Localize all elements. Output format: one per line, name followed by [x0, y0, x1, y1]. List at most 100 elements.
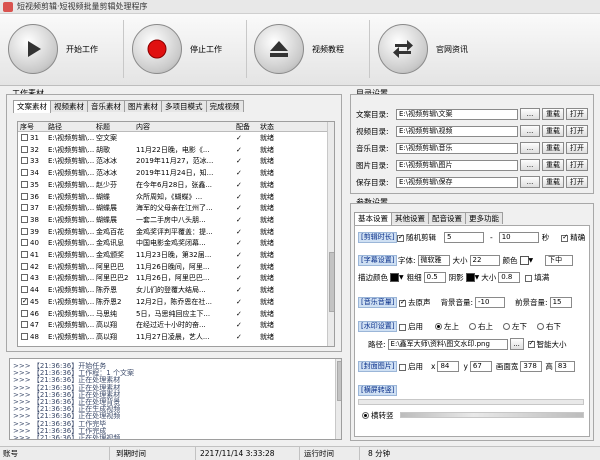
font-size-input[interactable]: 22 [469, 255, 500, 266]
chevron-down-icon[interactable]: ▼ [475, 274, 480, 281]
row-checkbox[interactable] [21, 227, 28, 235]
dir-open-button[interactable]: 打开 [566, 125, 588, 137]
row-checkbox[interactable] [21, 321, 28, 329]
tab-params-2[interactable]: 配音设置 [428, 212, 466, 224]
row-checkbox[interactable] [21, 145, 28, 153]
table-row[interactable]: 41 E:\视频剪辑\... 金鸡颁奖 11月23日晚，第32届... ✓ 就绪 [18, 250, 327, 260]
row-checkbox[interactable] [21, 134, 28, 141]
watermark-pos-radio-bottom-right[interactable] [537, 323, 544, 330]
website-news-button[interactable]: 官网资讯 [378, 18, 468, 80]
remove-original-audio-checkbox[interactable] [399, 298, 406, 307]
table-row[interactable]: 34 E:\视频剪辑\... 范冰冰 2019年11月24日，知... ✓ 就绪 [18, 168, 327, 178]
column-header[interactable]: 配备 [234, 122, 258, 132]
start-work-button[interactable]: 开始工作 [8, 18, 98, 80]
row-checkbox[interactable] [21, 262, 28, 270]
table-row[interactable]: 31 E:\视频剪辑\... 空文案 ✓ 就绪 [18, 133, 327, 143]
tab-material-0[interactable]: 文案素材 [13, 100, 51, 113]
watermark-path-input[interactable]: E:\鑫军大师\资料\图文水印.png [387, 338, 508, 350]
row-checkbox[interactable] [21, 239, 28, 247]
dir-path-input[interactable]: E:\视频剪辑\保存 [396, 176, 518, 188]
table-row[interactable]: 45 E:\视频剪辑\...陈乔恩2 12月2日，陈乔恩在社... ✓ 就绪 [18, 297, 327, 307]
tab-material-2[interactable]: 音乐素材 [87, 100, 125, 112]
landscape-to-portrait-radio[interactable] [362, 412, 369, 419]
cover-enable-checkbox[interactable] [399, 363, 406, 371]
font-color-swatch[interactable] [519, 256, 529, 265]
table-row[interactable]: 37 E:\视频剪辑\... 蝴蝶展 海军的父母亲在江州了... ✓ 就绪 [18, 203, 327, 213]
table-row[interactable]: 35 E:\视频剪辑\... 赵少芬 在今年6月28日，张鑫... ✓ 就绪 [18, 180, 327, 190]
dir-browse-button[interactable]: ... [520, 108, 540, 120]
cover-height-input[interactable]: 83 [554, 361, 575, 372]
tab-material-5[interactable]: 完成视频 [205, 100, 244, 112]
table-row[interactable]: 39 E:\视频剪辑\... 金鸡百花 金鸡奖评判平覆盖：提... ✓ 就绪 [18, 227, 327, 237]
dir-open-button[interactable]: 打开 [566, 176, 588, 188]
dir-path-input[interactable]: E:\视频剪辑\音乐 [396, 142, 518, 154]
fg-volume-input[interactable]: 15 [549, 297, 572, 308]
row-checkbox[interactable] [21, 204, 28, 212]
log-vertical-scrollbar[interactable] [335, 359, 341, 439]
tab-material-1[interactable]: 视频素材 [50, 100, 88, 112]
dir-browse-button[interactable]: ... [520, 125, 540, 137]
thickness-input[interactable]: 0.5 [423, 272, 446, 283]
table-row[interactable]: 36 E:\视频剪辑\... 蝴蝶 众所周知，《蝴蝶》... ✓ 就绪 [18, 192, 327, 202]
table-row[interactable]: 48 E:\视频剪辑\... 高以翔 11月27日凌晨，艺人... ✓ 就绪 [18, 332, 327, 342]
dir-open-button[interactable]: 打开 [566, 159, 588, 171]
watermark-browse-button[interactable]: ... [509, 338, 524, 350]
stop-work-button[interactable]: 停止工作 [132, 18, 222, 80]
table-row[interactable]: 46 E:\视频剪辑\... 马思纯 5日，马思纯回应主下... ✓ 就绪 [18, 309, 327, 319]
row-checkbox[interactable] [21, 157, 28, 165]
precise-checkbox[interactable] [561, 233, 569, 242]
video-tutorial-button[interactable]: 视频教程 [254, 18, 344, 80]
subtitle-position-select[interactable]: 下中 [545, 255, 574, 266]
row-checkbox[interactable] [21, 332, 28, 340]
tab-material-3[interactable]: 图片素材 [124, 100, 162, 112]
dir-reload-button[interactable]: 重载 [542, 108, 564, 120]
dir-reload-button[interactable]: 重载 [542, 125, 564, 137]
table-row[interactable]: 43 E:\视频剪辑\... 阿里巴巴2 11月26日，阿里巴巴... ✓ 就绪 [18, 273, 327, 283]
dir-open-button[interactable]: 打开 [566, 142, 588, 154]
table-row[interactable]: 44 E:\视频剪辑\... 陈乔恩 女儿们的登覆大结局... ✓ 就绪 [18, 285, 327, 295]
table-row[interactable]: 40 E:\视频剪辑\... 金鸡讯息 中国电影金鸡奖闭幕... ✓ 就绪 [18, 238, 327, 248]
font-select[interactable]: 微软雅 [417, 255, 450, 266]
watermark-pos-radio-bottom-left[interactable] [503, 323, 510, 330]
dir-reload-button[interactable]: 重载 [542, 176, 564, 188]
column-header[interactable]: 内容 [134, 122, 234, 132]
row-checkbox[interactable] [21, 297, 28, 306]
dir-path-input[interactable]: E:\视频剪辑\图片 [396, 159, 518, 171]
dir-reload-button[interactable]: 重载 [542, 159, 564, 171]
row-checkbox[interactable] [21, 286, 28, 294]
edge-color-swatch[interactable] [390, 273, 399, 282]
dir-browse-button[interactable]: ... [520, 176, 540, 188]
landscape-slider-track[interactable] [358, 399, 584, 405]
random-cut-checkbox[interactable] [397, 233, 404, 242]
dir-browse-button[interactable]: ... [520, 159, 540, 171]
tab-params-1[interactable]: 其他设置 [391, 212, 429, 224]
chevron-down-icon[interactable]: ▼ [529, 257, 534, 264]
scrollbar-thumb[interactable] [337, 361, 341, 401]
duration-min-input[interactable]: 5 [444, 232, 484, 243]
row-checkbox[interactable] [21, 192, 28, 200]
watermark-pos-radio-top-right[interactable] [469, 323, 476, 330]
cover-width-input[interactable]: 378 [520, 361, 543, 372]
watermark-pos-radio-top-left[interactable] [435, 323, 442, 330]
dir-reload-button[interactable]: 重载 [542, 142, 564, 154]
table-row[interactable]: 32 E:\视频剪辑\... 胡歌 11月22日晚，电影《... ✓ 就绪 [18, 145, 327, 155]
column-header[interactable]: 状态 [258, 122, 286, 132]
row-checkbox[interactable] [21, 169, 28, 177]
dir-path-input[interactable]: E:\视频剪辑\视频 [396, 125, 518, 137]
bg-volume-input[interactable]: -10 [475, 297, 506, 308]
table-row[interactable]: 42 E:\视频剪辑\... 阿里巴巴 11月26日晚间，阿里... ✓ 就绪 [18, 262, 327, 272]
table-vertical-scrollbar[interactable] [327, 122, 334, 346]
scrollbar-thumb[interactable] [329, 252, 334, 312]
table-row[interactable]: 38 E:\视频剪辑\... 蝴蝶展 一套二手房中八头朋... ✓ 就绪 [18, 215, 327, 225]
row-checkbox[interactable] [21, 274, 28, 282]
fill-checkbox[interactable] [525, 274, 533, 282]
shadow-color-swatch[interactable] [465, 273, 475, 282]
tab-material-4[interactable]: 多项目模式 [161, 100, 207, 112]
tab-params-0[interactable]: 基本设置 [354, 212, 392, 225]
column-header[interactable]: 路径 [46, 122, 94, 132]
watermark-enable-checkbox[interactable] [399, 323, 406, 331]
dir-path-input[interactable]: E:\视频剪辑\文案 [396, 108, 518, 120]
table-row[interactable]: 33 E:\视频剪辑\... 范冰冰 2019年11月27，范冰... ✓ 就绪 [18, 156, 327, 166]
table-row[interactable]: 47 E:\视频剪辑\... 高以翔 在经过近十小时的奋... ✓ 就绪 [18, 320, 327, 330]
row-checkbox[interactable] [21, 309, 28, 317]
